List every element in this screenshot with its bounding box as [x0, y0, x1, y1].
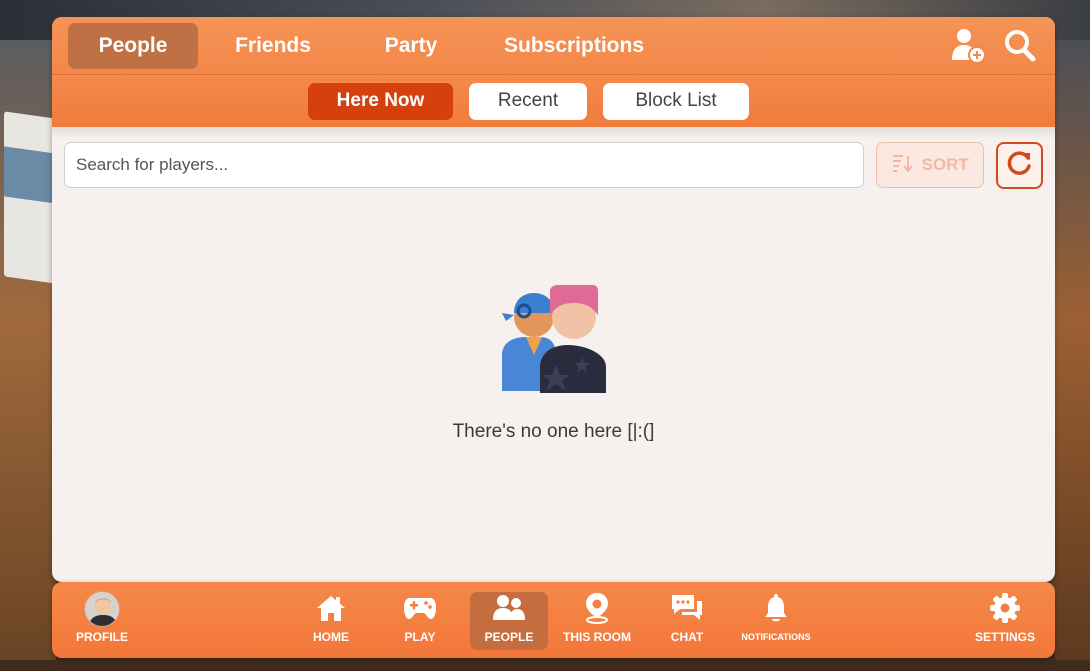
bottom-nav: PROFILE HOME PLAY PEOPLE THIS ROOM CHAT … [52, 582, 1055, 658]
search-icon[interactable] [1003, 27, 1039, 65]
people-illustration-icon [52, 285, 1055, 395]
top-icons [951, 27, 1039, 65]
chat-icon [670, 593, 704, 626]
nav-profile-label: PROFILE [75, 630, 128, 644]
nav-settings-label: SETTINGS [974, 630, 1035, 644]
home-icon [316, 594, 346, 625]
avatar [84, 591, 120, 627]
tab-subscriptions[interactable]: Subscriptions [474, 23, 674, 69]
tab-friends[interactable]: Friends [198, 23, 348, 69]
top-tab-bar: People Friends Party Subscriptions [52, 17, 1055, 75]
nav-play[interactable]: PLAY [396, 592, 444, 650]
nav-home[interactable]: HOME [306, 592, 356, 650]
background-poster-art [4, 146, 56, 204]
nav-people[interactable]: PEOPLE [470, 592, 548, 650]
sort-label: SORT [921, 155, 969, 174]
subtab-recent[interactable]: Recent [469, 82, 587, 120]
nav-this-room[interactable]: THIS ROOM [558, 592, 636, 650]
gamepad-icon [404, 595, 436, 624]
subtab-here-now[interactable]: Here Now [308, 82, 453, 120]
nav-people-label: PEOPLE [484, 630, 534, 644]
sort-icon [892, 153, 914, 178]
divider [52, 127, 1055, 139]
empty-state: There's no one here [|:(] [52, 285, 1055, 443]
nav-chat[interactable]: CHAT [662, 592, 712, 650]
nav-settings[interactable]: SETTINGS [970, 592, 1040, 650]
sub-tab-bar: Here Now Recent Block List [52, 75, 1055, 127]
search-row: SORT [52, 139, 1055, 191]
nav-play-label: PLAY [404, 630, 436, 644]
nav-this-room-label: THIS ROOM [563, 630, 631, 644]
background-wall-right [1055, 40, 1090, 660]
empty-message: There's no one here [|:(] [452, 421, 655, 442]
nav-profile[interactable]: PROFILE [72, 591, 132, 650]
tab-people[interactable]: People [68, 22, 198, 69]
bell-icon [763, 593, 789, 626]
nav-home-label: HOME [313, 630, 349, 644]
search-input[interactable] [64, 142, 865, 188]
nav-notifications[interactable]: NOTIFICATIONS [732, 592, 820, 650]
tab-party[interactable]: Party [348, 23, 474, 69]
refresh-icon [1006, 149, 1034, 182]
people-panel: People Friends Party Subscriptions Here … [52, 17, 1055, 582]
nav-chat-label: CHAT [670, 630, 704, 644]
subtab-block-list[interactable]: Block List [603, 82, 749, 120]
add-friend-icon[interactable] [951, 27, 987, 65]
gear-icon [989, 592, 1021, 627]
refresh-button[interactable] [996, 141, 1043, 189]
nav-notifications-label: NOTIFICATIONS [741, 632, 811, 642]
location-pin-icon [583, 592, 611, 627]
sort-button[interactable]: SORT [876, 142, 985, 188]
people-icon [493, 594, 525, 625]
